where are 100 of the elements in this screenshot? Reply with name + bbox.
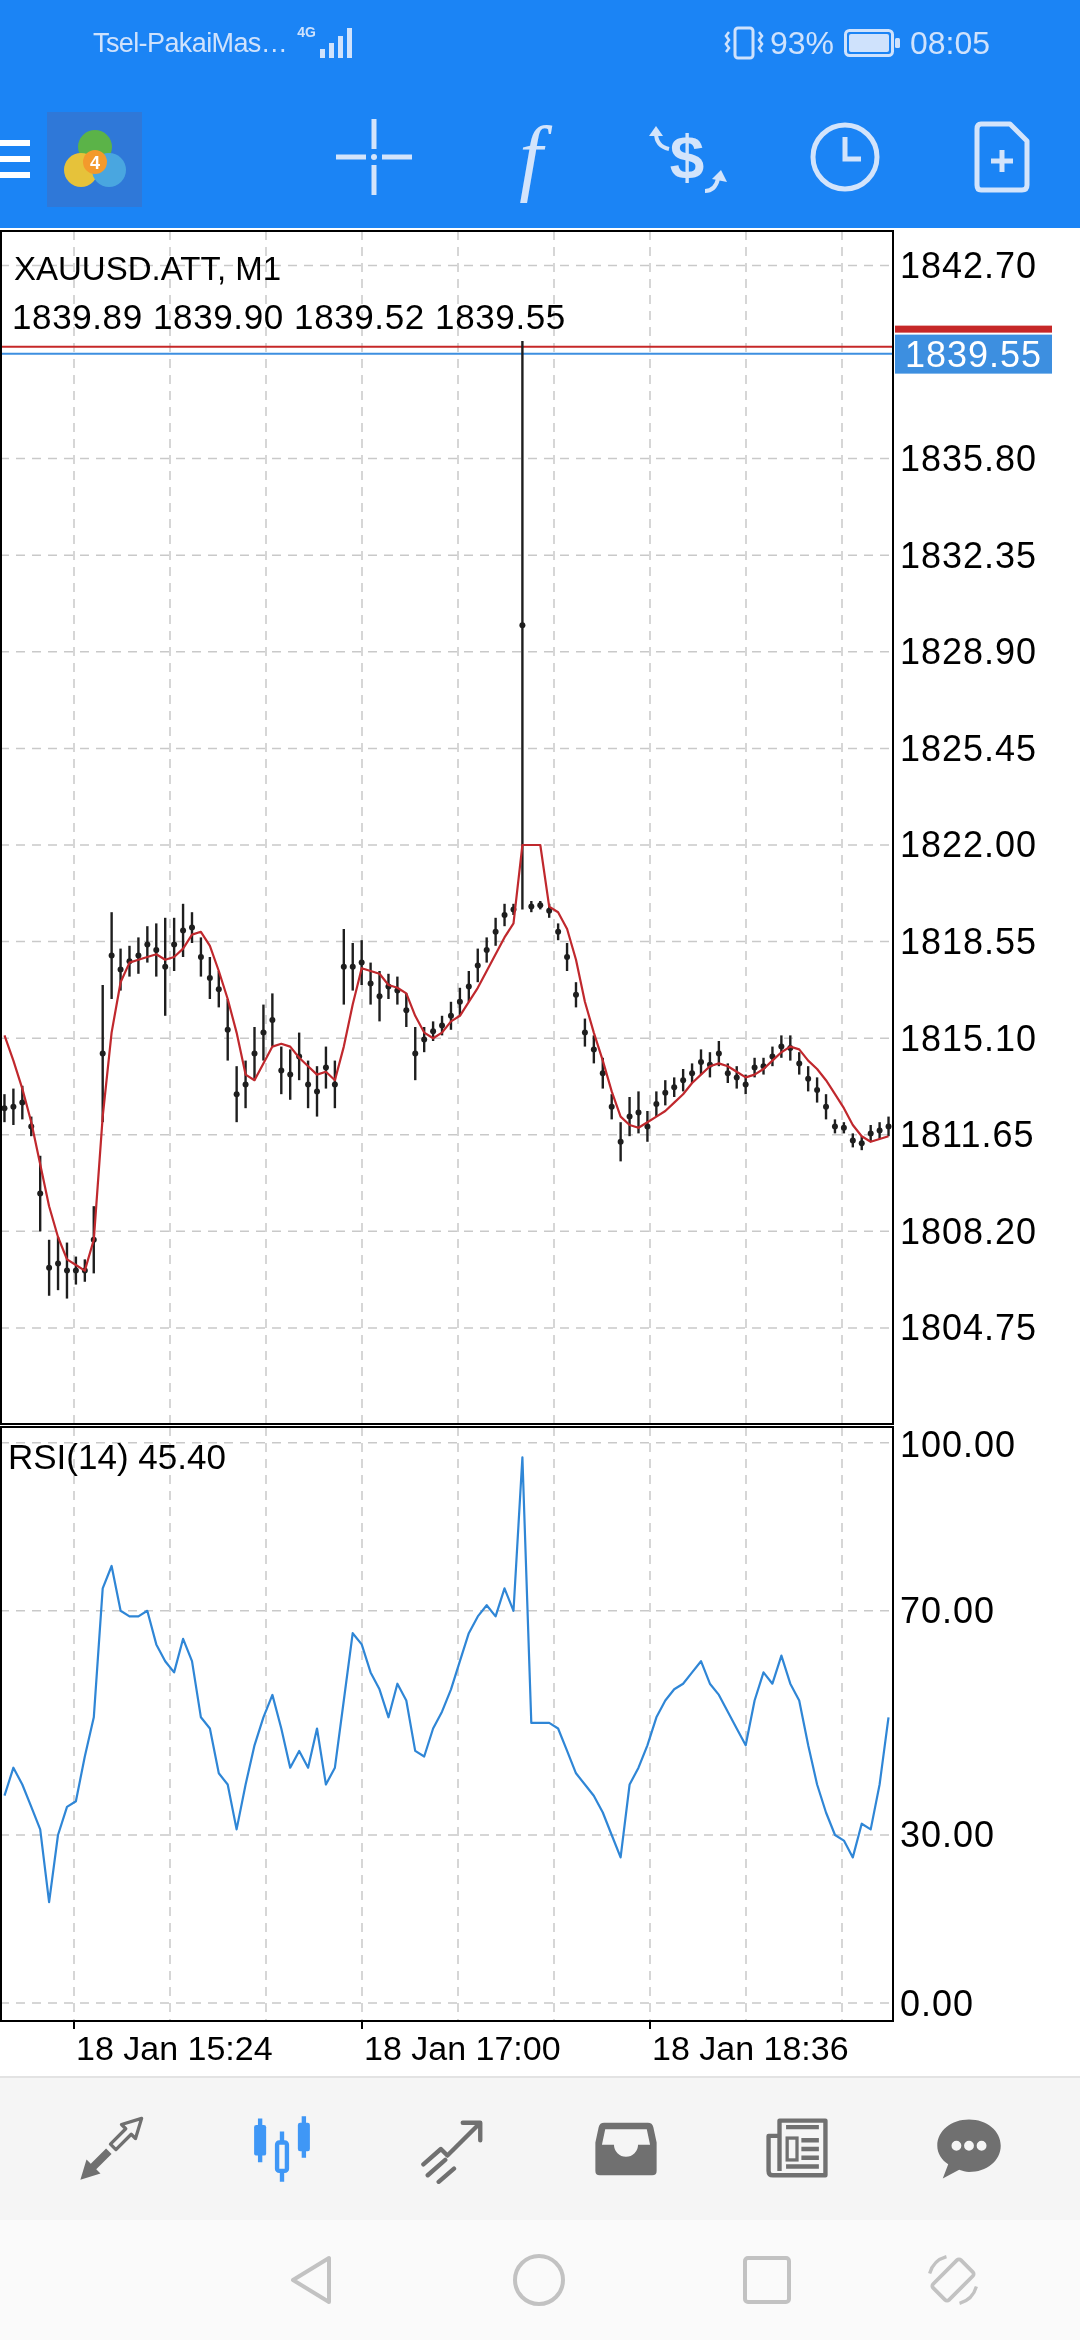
vibrate-icon [723, 26, 764, 60]
price-bar [465, 971, 472, 1002]
price-bar [608, 1094, 615, 1120]
price-axis-label: 1835.80 [900, 438, 1038, 480]
back-triangle-icon [289, 2254, 333, 2306]
price-bar [590, 1035, 597, 1064]
price-bar [412, 1027, 419, 1081]
price-bar [171, 917, 178, 971]
price-bar [135, 937, 142, 974]
price-bar [626, 1097, 633, 1137]
rsi-axis-label: 30.00 [900, 1814, 996, 1856]
price-bar [349, 943, 356, 991]
price-bar [367, 962, 374, 1005]
price-bar [733, 1066, 740, 1089]
price-bar [331, 1060, 338, 1109]
price-bar [233, 1066, 240, 1123]
price-bar [322, 1046, 329, 1089]
crosshair-icon [336, 119, 412, 195]
price-bar [19, 1085, 26, 1120]
price-bar [242, 1060, 249, 1109]
price-bar [117, 948, 124, 991]
rsi-title: RSI(14) 45.40 [8, 1436, 226, 1476]
price-bar [698, 1049, 704, 1075]
price-bar [581, 1018, 588, 1047]
price-bar [706, 1052, 713, 1078]
price-axis-label: 1804.75 [900, 1307, 1038, 1349]
price-bar [680, 1069, 687, 1092]
price-axis-label: 1822.00 [900, 824, 1038, 866]
price-bar [635, 1091, 642, 1134]
price-bar [751, 1057, 758, 1078]
function-button[interactable]: f [481, 107, 581, 207]
price-axis-label: 1818.55 [900, 921, 1038, 963]
price-bar [474, 948, 481, 983]
logo-badge-text: 4 [90, 152, 100, 173]
rsi-axis-label: 0.00 [900, 1982, 975, 2024]
price-bar [849, 1133, 856, 1148]
price-bar [72, 1256, 79, 1285]
price-bar [358, 940, 365, 985]
price-bar [537, 901, 544, 910]
rsi-axis-label: 100.00 [900, 1425, 1017, 1465]
price-bar [617, 1122, 624, 1162]
time-axis-label: 18 Jan 17:00 [364, 2029, 561, 2067]
price-bar [1, 1094, 8, 1123]
price-bar [197, 937, 204, 977]
ohlc-values: 1839.89 1839.90 1839.52 1839.55 [12, 296, 566, 336]
clock-time: 08:05 [909, 24, 990, 62]
price-bar [501, 903, 508, 927]
price-bar [144, 926, 151, 963]
price-bar [805, 1066, 812, 1092]
price-bar [296, 1032, 303, 1081]
price-bar [653, 1091, 660, 1117]
menu-icon[interactable] [0, 138, 30, 180]
time-axis-label: 18 Jan 18:36 [652, 2029, 849, 2067]
price-axis-label: 1808.20 [900, 1210, 1038, 1252]
curved-arrow-icon [704, 169, 729, 193]
price-bar [528, 901, 535, 913]
price-bar [769, 1046, 776, 1067]
price-bar [287, 1049, 294, 1100]
price-bar [662, 1080, 669, 1106]
rsi-axis-label: 70.00 [900, 1590, 996, 1632]
price-bar [278, 1046, 285, 1095]
price-axis-label: 1815.10 [900, 1017, 1038, 1059]
battery-percent: 93% [769, 24, 834, 62]
dollar-button[interactable]: $ [638, 107, 738, 207]
price-bar [269, 993, 276, 1047]
price-axis-label: 1832.35 [900, 534, 1038, 576]
price-bar [840, 1122, 847, 1134]
price-bar [492, 917, 499, 946]
price-bar [10, 1088, 17, 1125]
square-icon [743, 2256, 791, 2304]
price-bar [456, 987, 463, 1016]
price-bar [564, 943, 571, 971]
price-bar [394, 976, 401, 1005]
curved-arrow-icon [647, 125, 670, 151]
price-bar [46, 1239, 53, 1296]
time-axis-label: 18 Jan 15:24 [76, 2029, 273, 2067]
price-bar [81, 1259, 88, 1282]
price-bar [787, 1035, 794, 1061]
price-bar [215, 971, 222, 1008]
price-bar [376, 971, 383, 1022]
price-bar [555, 923, 562, 941]
home-circle-icon [512, 2253, 566, 2307]
price-bar [385, 973, 392, 999]
price-bar [305, 1060, 312, 1109]
price-bar [796, 1052, 803, 1075]
price-bar [858, 1136, 865, 1151]
price-bar [189, 912, 195, 943]
price-bar [671, 1077, 678, 1097]
price-bar [153, 923, 160, 977]
price-axis-label: 1811.65 [900, 1114, 1035, 1156]
battery-icon [843, 29, 900, 57]
price-bar [885, 1116, 892, 1137]
document-plus-icon [974, 121, 1030, 193]
network-type: 4G [297, 24, 316, 40]
price-bar [28, 1116, 35, 1137]
price-bar [599, 1057, 606, 1089]
symbol-title: XAUUSD.ATT, M1 [14, 249, 282, 287]
app-logo[interactable]: 4 [47, 111, 142, 207]
price-bar [689, 1063, 696, 1083]
price-bar [510, 903, 517, 915]
